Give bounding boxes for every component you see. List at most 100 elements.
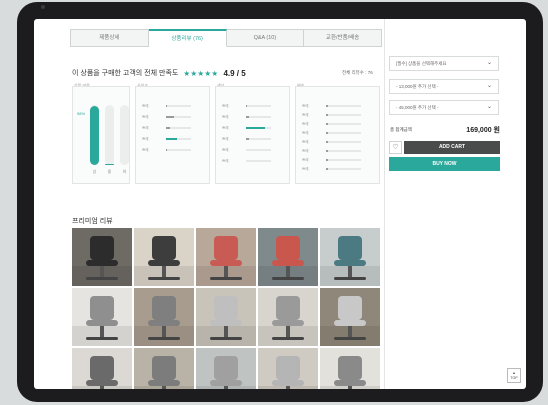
stat-row: 쁘레 (216, 103, 289, 109)
chair-stem-shape (162, 386, 166, 389)
chair-back-shape (152, 296, 176, 321)
review-photo[interactable] (196, 228, 256, 286)
rating-title: 이 상품을 구매한 고객의 전체 만족도 (72, 70, 179, 77)
stat-row-fill (326, 132, 328, 134)
option-select-addon-2-label: - 45,000원 추가 선택 - (396, 105, 439, 110)
stat-row-fill (326, 159, 328, 161)
stat-row-fill (166, 149, 168, 151)
add-cart-button[interactable]: ADD CART (404, 141, 500, 154)
total-price-row: 총 합계금액 169,000 원 (390, 125, 500, 135)
chair-back-shape (338, 356, 362, 381)
stat-row-bar (246, 138, 271, 140)
stat-row-bar (326, 132, 361, 134)
stat-row-fill (166, 116, 174, 118)
stat-row-label: 쁘레 (222, 126, 229, 130)
stat-row-label: 쁘레 (222, 148, 229, 152)
chair-stem-shape (348, 266, 352, 277)
stat-row: 쁘레 (136, 114, 209, 120)
scroll-top-label: TOP (510, 376, 518, 380)
chair-base-shape (334, 336, 366, 340)
stat-row: 쁘레 (296, 139, 379, 145)
option-select-required[interactable]: [필수] 상품을 선택해주세요 ⌄ (389, 56, 499, 71)
chair-stem-shape (286, 266, 290, 277)
stat-row-bar (326, 105, 361, 107)
chair-back-shape (338, 236, 362, 261)
satisfaction-bar-fill (105, 163, 114, 165)
stat-row-bar (166, 127, 191, 129)
review-photo[interactable] (134, 288, 194, 346)
chair-back-shape (90, 296, 114, 321)
stat-row-bar (326, 114, 361, 116)
review-photo[interactable] (258, 228, 318, 286)
review-photo-grid (72, 228, 383, 389)
option-select-addon-2[interactable]: - 45,000원 추가 선택 - ⌄ (389, 100, 499, 115)
stat-row: 쁘레 (296, 148, 379, 154)
color-stats-box: 쁘레 쁘레 쁘레 쁘레 쁘레 쁘레 (215, 86, 290, 184)
stat-row-label: 쁘레 (222, 137, 229, 141)
review-photo[interactable] (258, 288, 318, 346)
stat-row: 쁘레 (296, 112, 379, 118)
review-photo[interactable] (72, 288, 132, 346)
chair-back-shape (214, 236, 238, 261)
stat-row-bar (166, 105, 191, 107)
review-photo[interactable] (196, 348, 256, 389)
total-price-label: 총 합계금액 (390, 127, 412, 132)
stat-row: 쁘레 (296, 166, 379, 172)
total-review-count: 전체 리뷰수 : 76 (342, 70, 373, 75)
overall-satisfaction-box: 98% 상 중 하 (72, 86, 130, 184)
review-photo[interactable] (72, 228, 132, 286)
stat-row-bar (246, 160, 271, 162)
chevron-down-icon: ⌄ (486, 83, 492, 89)
stat-row-bar (246, 149, 271, 151)
review-photo[interactable] (196, 288, 256, 346)
tab-reviews[interactable]: 상품리뷰 (76) (148, 29, 227, 47)
satisfaction-bar-label: 상 (92, 169, 97, 174)
stat-row-fill (246, 127, 265, 129)
wishlist-heart-icon[interactable]: ♡ (389, 141, 402, 154)
review-photo[interactable] (258, 348, 318, 389)
tab-exchange-return[interactable]: 교환/반품/배송 (304, 29, 382, 47)
product-tabs: 제품상세 상품리뷰 (76) Q&A (10) 교환/반품/배송 (70, 29, 382, 47)
chair-stem-shape (100, 266, 104, 277)
stat-row-fill (246, 116, 249, 118)
chair-back-shape (276, 236, 300, 261)
chair-stem-shape (286, 326, 290, 337)
stat-row-label: 쁘레 (302, 122, 309, 126)
stat-row: 쁘레 (216, 147, 289, 153)
option-select-addon-1[interactable]: - 13,000원 추가 선택 - ⌄ (389, 79, 499, 94)
review-photo[interactable] (320, 228, 380, 286)
stat-row-label: 쁘레 (222, 159, 229, 163)
review-photo[interactable] (134, 348, 194, 389)
stat-row-bar (326, 150, 361, 152)
chair-back-shape (276, 356, 300, 381)
review-photo[interactable] (320, 348, 380, 389)
review-photo[interactable] (72, 348, 132, 389)
tab-product-detail[interactable]: 제품상세 (70, 29, 149, 47)
chair-stem-shape (286, 386, 290, 389)
chair-back-shape (338, 296, 362, 321)
stat-row-label: 쁘레 (302, 104, 309, 108)
stat-row: 쁘레 (216, 114, 289, 120)
chair-base-shape (272, 336, 304, 340)
stat-row-bar (246, 116, 271, 118)
option-select-addon-1-label: - 13,000원 추가 선택 - (396, 84, 439, 89)
stat-row-label: 쁘레 (142, 115, 149, 119)
total-price-value: 169,000 원 (466, 127, 500, 134)
stat-row-fill (326, 150, 328, 152)
tab-qna[interactable]: Q&A (10) (226, 29, 305, 47)
review-photo[interactable] (134, 228, 194, 286)
chair-stem-shape (348, 386, 352, 389)
scroll-top-button[interactable]: ▲ TOP (507, 368, 521, 383)
chair-base-shape (334, 276, 366, 280)
chair-base-shape (86, 336, 118, 340)
chair-back-shape (90, 356, 114, 381)
stat-row-fill (326, 141, 328, 143)
stat-row-fill (246, 138, 249, 140)
review-photo[interactable] (320, 288, 380, 346)
chair-base-shape (148, 276, 180, 280)
stat-row-fill (326, 114, 328, 116)
buy-now-button[interactable]: BUY NOW (389, 157, 500, 171)
stat-row-bar (166, 149, 191, 151)
delivery-stats-box: 쁘레 쁘레 쁘레 쁘레 쁘레 쁘레 쁘레 쁘레 (295, 86, 380, 184)
stat-row-label: 쁘레 (142, 104, 149, 108)
